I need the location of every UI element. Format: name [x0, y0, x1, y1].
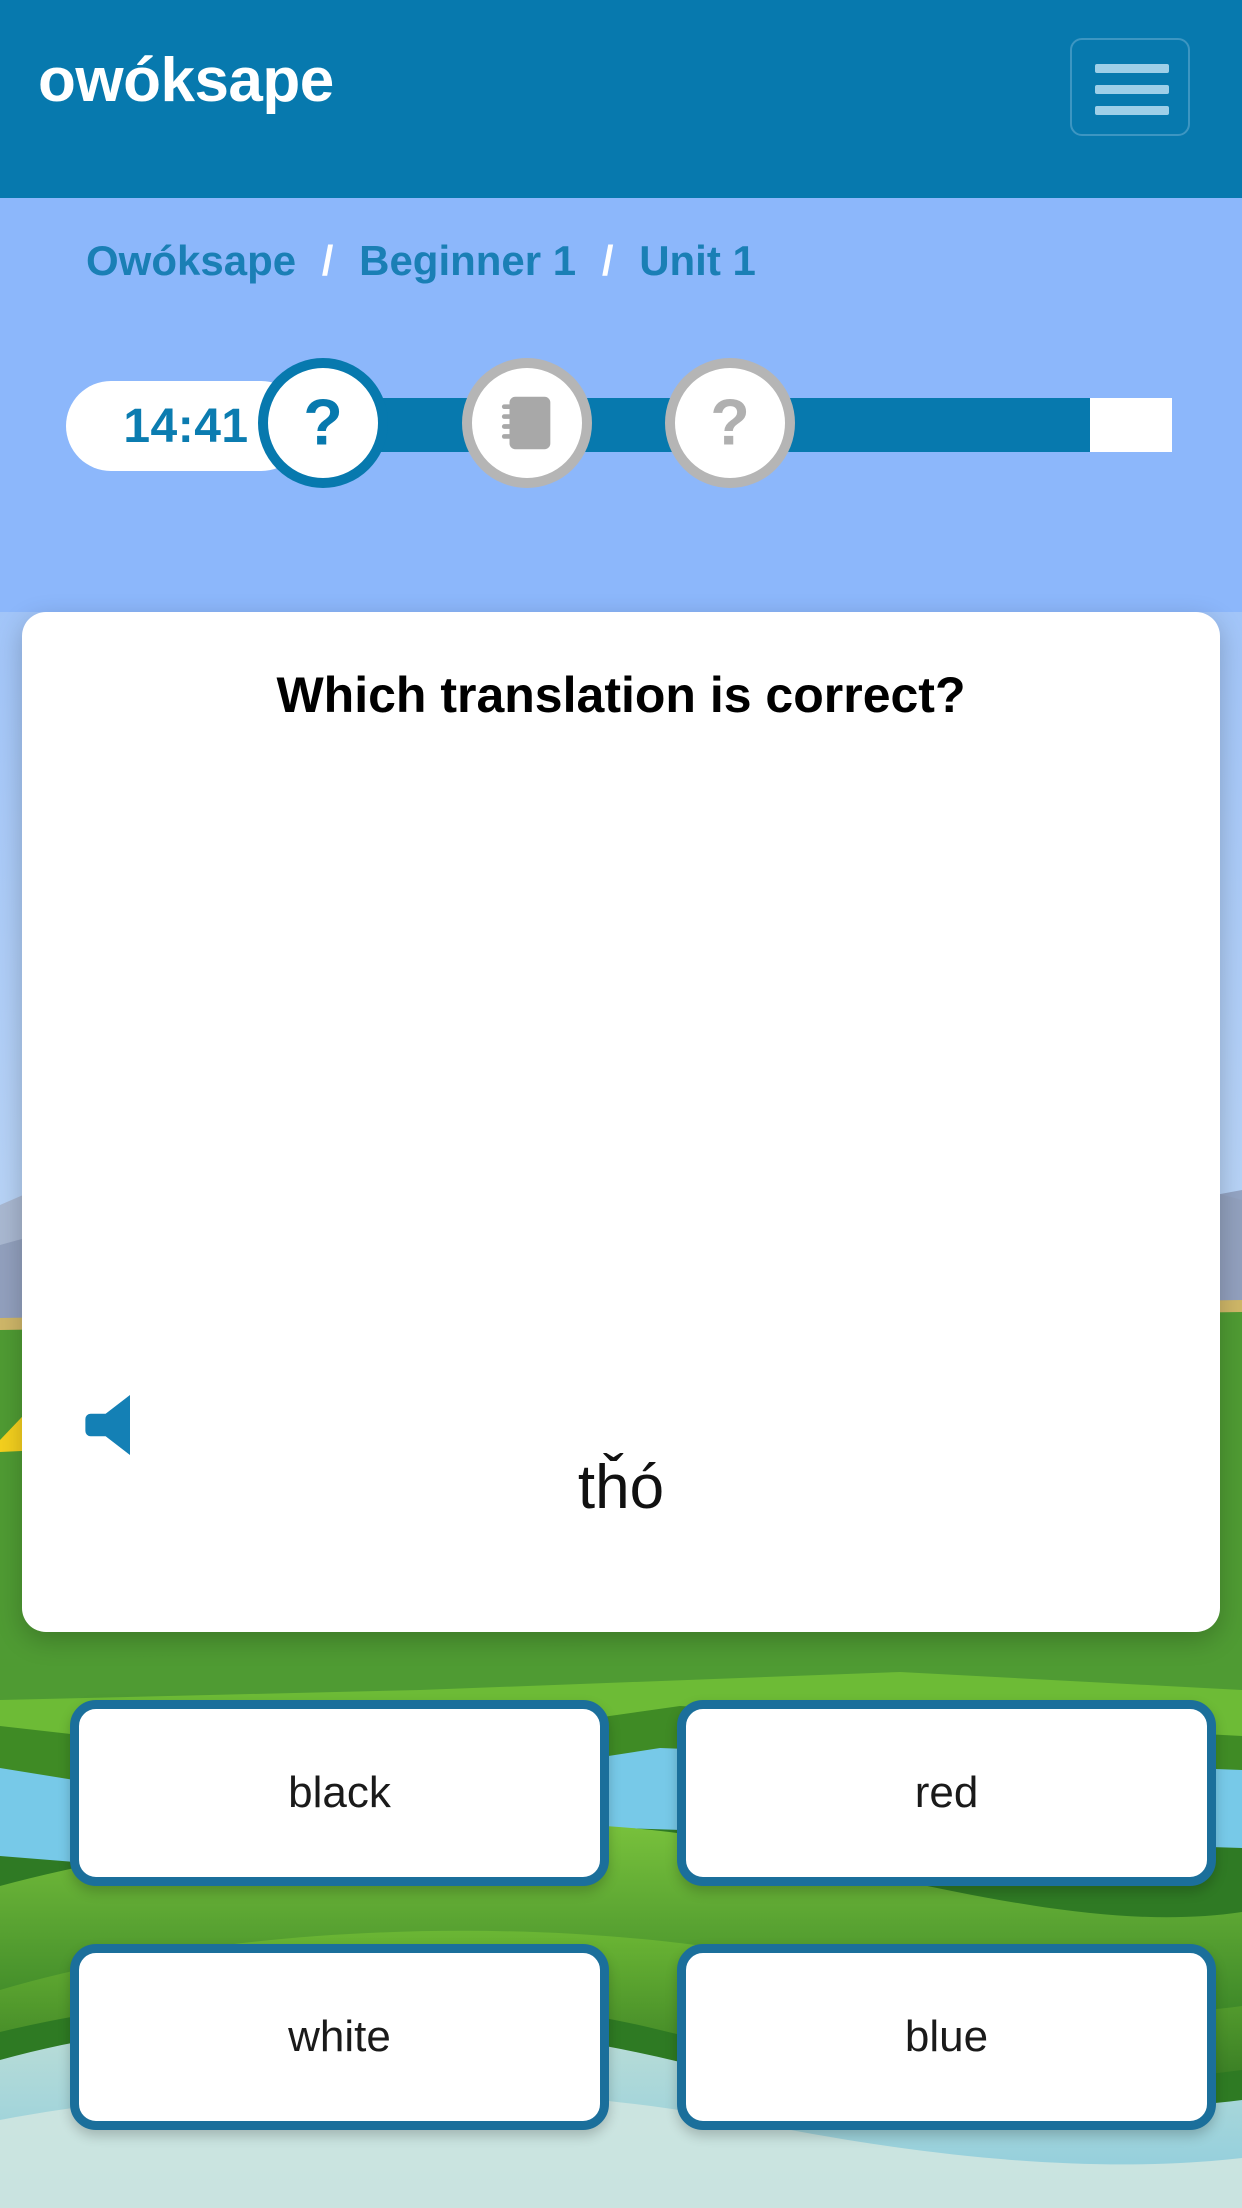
prompt-word: tȟó: [577, 1453, 665, 1522]
notebook-icon: [501, 396, 551, 450]
answer-options: black red white blue: [70, 1700, 1216, 2130]
timer-value: 14:41: [123, 399, 249, 453]
hamburger-menu-button[interactable]: [1070, 38, 1190, 136]
progress-step-2-notebook[interactable]: [462, 358, 592, 488]
hamburger-bar-3: [1095, 106, 1169, 115]
breadcrumb-item-unit[interactable]: Unit 1: [639, 237, 756, 284]
breadcrumb-item-home[interactable]: Owóksape: [86, 237, 296, 284]
lesson-progress-bar: 14:41 ? ?: [0, 358, 1242, 488]
question-mark-icon: ?: [303, 386, 343, 459]
progress-step-1-question[interactable]: ?: [258, 358, 388, 488]
breadcrumb: Owóksape / Beginner 1 / Unit 1: [86, 240, 756, 282]
breadcrumb-separator-1: /: [321, 237, 334, 284]
app-title: owóksape: [38, 46, 334, 115]
answer-option-white[interactable]: white: [70, 1944, 609, 2130]
svg-text:?: ?: [303, 386, 343, 459]
question-title: Which translation is correct?: [276, 667, 966, 723]
breadcrumb-separator-2: /: [601, 237, 614, 284]
answer-option-blue[interactable]: blue: [677, 1944, 1216, 2130]
progress-step-3-question[interactable]: ?: [665, 358, 795, 488]
question-card: Which translation is correct? tȟó black …: [22, 612, 1220, 2130]
hamburger-bar-2: [1095, 85, 1169, 94]
app-header: owóksape: [0, 0, 1242, 198]
svg-text:?: ?: [710, 386, 750, 459]
hamburger-bar-1: [1095, 64, 1169, 73]
answer-option-black[interactable]: black: [70, 1700, 609, 1886]
answer-option-red[interactable]: red: [677, 1700, 1216, 1886]
breadcrumb-item-level[interactable]: Beginner 1: [359, 237, 576, 284]
question-mark-icon: ?: [710, 386, 750, 459]
